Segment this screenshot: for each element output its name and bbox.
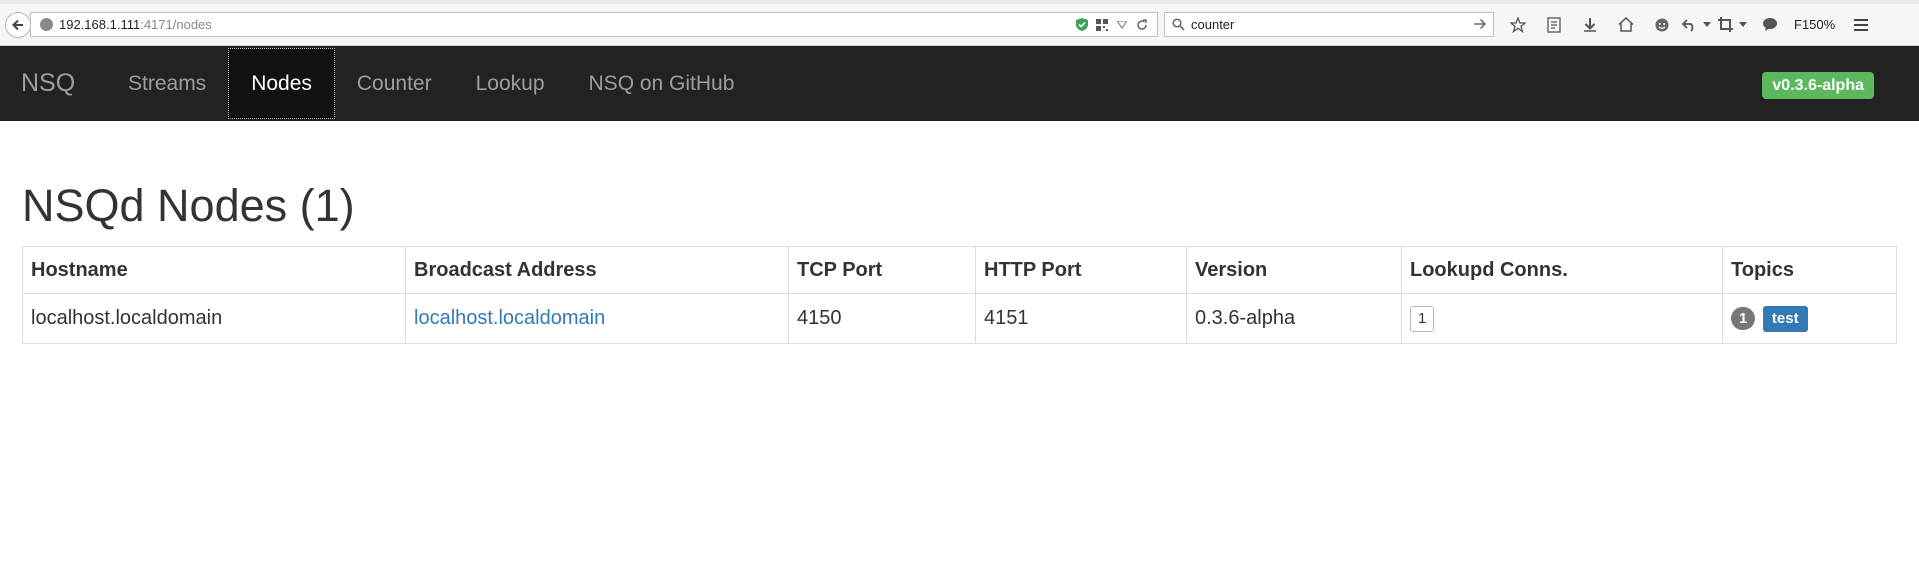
nav-item-streams[interactable]: Streams (106, 46, 228, 121)
browser-toolbar: F150% (1500, 12, 1879, 37)
column-header-http-port: HTTP Port (975, 246, 1187, 294)
crop-icon[interactable] (1716, 12, 1734, 37)
reload-icon[interactable] (1135, 18, 1149, 32)
crop-dropdown-icon[interactable] (1734, 12, 1752, 37)
search-input[interactable]: counter (1191, 13, 1234, 36)
shield-icon[interactable] (1075, 18, 1089, 32)
download-icon[interactable] (1572, 12, 1608, 37)
search-go-arrow-icon[interactable] (1473, 17, 1487, 31)
back-arrow-icon (12, 19, 23, 31)
main-nav: Streams Nodes Counter Lookup NSQ on GitH… (106, 46, 756, 121)
column-header-lookupd-conns: Lookupd Conns. (1401, 246, 1723, 294)
browser-chrome: 192.168.1.111:4171/nodes counter F150% (0, 0, 1919, 46)
topic-count-badge: 1 (1731, 307, 1756, 330)
dropdown-triangle-icon[interactable] (1115, 18, 1129, 32)
cell-topics: 1 test (1722, 293, 1897, 344)
column-header-tcp-port: TCP Port (788, 246, 976, 294)
nodes-table: Hostname Broadcast Address TCP Port HTTP… (22, 246, 1897, 344)
cell-hostname: localhost.localdomain (22, 293, 406, 344)
search-icon (1172, 18, 1185, 31)
undo-dropdown-icon[interactable] (1698, 12, 1716, 37)
broadcast-address-link[interactable]: localhost.localdomain (414, 307, 605, 329)
nav-item-github[interactable]: NSQ on GitHub (567, 46, 757, 121)
table-row: localhost.localdomain localhost.localdom… (22, 293, 1897, 344)
nav-item-counter[interactable]: Counter (335, 46, 454, 121)
tab-strip-edge (0, 0, 1919, 4)
nav-item-lookup[interactable]: Lookup (454, 46, 567, 121)
bookmark-star-icon[interactable] (1500, 12, 1536, 37)
back-button[interactable] (5, 12, 31, 38)
page-title: NSQd Nodes (1) (22, 180, 355, 231)
url-bar[interactable]: 192.168.1.111:4171/nodes (30, 12, 1158, 37)
url-text: 192.168.1.111:4171/nodes (59, 13, 212, 36)
cell-lookupd-conns: 1 (1401, 293, 1723, 344)
topic-label-test[interactable]: test (1762, 305, 1808, 332)
navbar: NSQ Streams Nodes Counter Lookup NSQ on … (0, 46, 1919, 121)
column-header-topics: Topics (1722, 246, 1897, 294)
column-header-hostname: Hostname (22, 246, 406, 294)
home-icon[interactable] (1608, 12, 1644, 37)
chat-face-icon[interactable] (1644, 12, 1680, 37)
url-bar-icons (1075, 13, 1149, 36)
nav-item-nodes[interactable]: Nodes (228, 48, 335, 119)
search-bar[interactable]: counter (1164, 12, 1494, 37)
cell-version: 0.3.6-alpha (1186, 293, 1402, 344)
cell-broadcast-address: localhost.localdomain (405, 293, 789, 344)
qr-code-icon[interactable] (1095, 18, 1109, 32)
brand-logo[interactable]: NSQ (21, 46, 75, 121)
cell-tcp-port: 4150 (788, 293, 976, 344)
column-header-version: Version (1186, 246, 1402, 294)
cell-http-port: 4151 (975, 293, 1187, 344)
speech-bubble-icon[interactable] (1752, 12, 1788, 37)
reading-list-icon[interactable] (1536, 12, 1572, 37)
url-host: 192.168.1.111 (59, 17, 141, 32)
hamburger-menu-icon[interactable] (1843, 12, 1879, 37)
zoom-level[interactable]: F150% (1788, 17, 1843, 32)
table-header-row: Hostname Broadcast Address TCP Port HTTP… (22, 246, 1897, 294)
site-info-icon[interactable] (40, 18, 53, 31)
version-badge: v0.3.6-alpha (1762, 72, 1874, 99)
column-header-broadcast-address: Broadcast Address (405, 246, 789, 294)
undo-icon[interactable] (1680, 12, 1698, 37)
lookupd-conns-button[interactable]: 1 (1410, 305, 1435, 332)
url-path: :4171/nodes (140, 17, 212, 32)
